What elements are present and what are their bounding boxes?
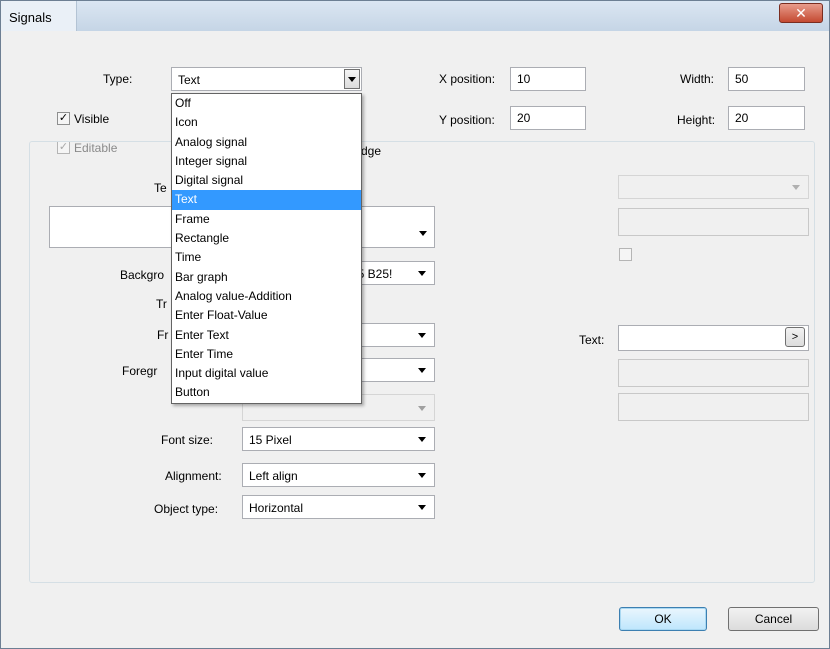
title-bar[interactable]: Signals ✕	[1, 1, 829, 31]
ok-button[interactable]: OK	[619, 607, 707, 631]
y-position-field[interactable]: 20	[510, 106, 586, 130]
type-option[interactable]: Analog signal	[172, 133, 361, 152]
right-disabled-field-3	[618, 393, 809, 421]
right-disabled-checkbox	[619, 248, 632, 261]
type-option[interactable]: Text	[172, 190, 361, 210]
fr-label-partial: Fr	[157, 328, 169, 342]
type-option[interactable]: Rectangle	[172, 229, 361, 248]
type-option[interactable]: Bar graph	[172, 268, 361, 287]
alignment-label: Alignment:	[165, 469, 222, 483]
type-select-value: Text	[178, 73, 201, 87]
text-browse-button[interactable]: >	[785, 327, 805, 347]
height-label: Height:	[677, 113, 716, 127]
chevron-down-icon	[418, 505, 426, 510]
window-title: Signals	[1, 1, 77, 31]
right-disabled-select	[618, 175, 809, 199]
visible-label: Visible	[74, 112, 110, 126]
type-option[interactable]: Input digital value	[172, 364, 361, 383]
type-select[interactable]: Text	[171, 67, 362, 91]
object-type-value: Horizontal	[249, 501, 304, 515]
close-icon: ✕	[795, 5, 807, 21]
font-size-value: 15 Pixel	[249, 433, 292, 447]
text-label: Text:	[579, 333, 605, 347]
type-option[interactable]: Off	[172, 94, 361, 113]
type-option[interactable]: Icon	[172, 113, 361, 132]
chevron-down-icon	[418, 333, 426, 338]
text-section-label-partial: Te	[154, 181, 167, 195]
y-position-label: Y position:	[439, 113, 495, 127]
chevron-down-icon	[792, 185, 800, 190]
width-label: Width:	[680, 72, 715, 86]
alignment-value: Left align	[249, 469, 298, 483]
chevron-down-icon	[418, 368, 426, 373]
object-type-label: Object type:	[154, 502, 219, 516]
type-dropdown-list[interactable]: Off Icon Analog signal Integer signal Digita…	[171, 93, 362, 404]
cancel-button[interactable]: Cancel	[728, 607, 819, 631]
text-field[interactable]: >	[618, 325, 809, 351]
type-label: Type:	[103, 72, 133, 86]
right-disabled-field-1	[618, 208, 809, 236]
type-option[interactable]: Digital signal	[172, 171, 361, 190]
chevron-down-icon[interactable]	[419, 231, 427, 236]
close-button[interactable]: ✕	[779, 3, 823, 23]
chevron-down-icon[interactable]	[344, 69, 360, 89]
width-field[interactable]: 50	[728, 67, 805, 91]
font-size-label: Font size:	[161, 433, 214, 447]
type-option[interactable]: Enter Time	[172, 345, 361, 364]
type-option[interactable]: Time	[172, 248, 361, 267]
x-position-field[interactable]: 10	[510, 67, 586, 91]
type-option[interactable]: Integer signal	[172, 152, 361, 171]
font-size-select[interactable]: 15 Pixel	[242, 427, 435, 451]
type-option[interactable]: Enter Text	[172, 326, 361, 345]
background-label-partial: Backgro	[120, 268, 165, 282]
chevron-down-icon	[418, 271, 426, 276]
chevron-down-icon	[418, 406, 426, 411]
visible-checkbox[interactable]: ✓	[57, 112, 70, 125]
foreground-label-partial: Foregr	[122, 364, 158, 378]
x-position-label: X position:	[439, 72, 496, 86]
type-option[interactable]: Button	[172, 383, 361, 402]
alignment-select[interactable]: Left align	[242, 463, 435, 487]
type-option[interactable]: Frame	[172, 210, 361, 229]
signals-dialog: Signals ✕ Type: Text X position: 10 Y po…	[0, 0, 830, 649]
chevron-down-icon	[418, 473, 426, 478]
tr-label-partial: Tr	[156, 297, 167, 311]
type-option[interactable]: Analog value-Addition	[172, 287, 361, 306]
type-option[interactable]: Enter Float-Value	[172, 306, 361, 325]
chevron-down-icon	[418, 437, 426, 442]
right-disabled-field-2	[618, 359, 809, 387]
object-type-select[interactable]: Horizontal	[242, 495, 435, 519]
height-field[interactable]: 20	[728, 106, 805, 130]
